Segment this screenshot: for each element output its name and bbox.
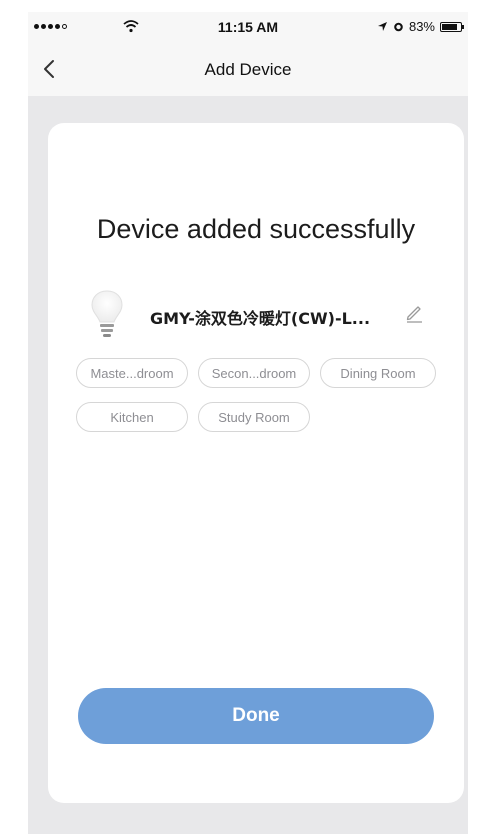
room-chip-kitchen[interactable]: Kitchen — [76, 402, 188, 432]
pencil-icon — [406, 306, 422, 323]
status-bar: 11:15 AM 83% — [28, 12, 468, 44]
device-row: GMY-涂双色冷暖灯(CW)-L... — [68, 289, 444, 343]
device-name: GMY-涂双色冷暖灯(CW)-L... — [150, 309, 371, 328]
battery-icon — [440, 21, 464, 32]
location-arrow-icon — [377, 22, 387, 31]
success-headline: Device added successfully — [96, 214, 416, 244]
status-right-group: 83% — [377, 19, 464, 34]
room-chip-study-room[interactable]: Study Room — [198, 402, 310, 432]
room-chip-second-bedroom[interactable]: Secon...droom — [198, 358, 310, 388]
battery-percent: 83% — [408, 19, 435, 34]
alarm-icon — [394, 22, 403, 32]
result-card: Device added successfully GMY-涂双色冷暖灯(CW)… — [48, 123, 464, 803]
room-chip-dining-room[interactable]: Dining Room — [320, 358, 436, 388]
light-bulb-icon — [91, 290, 123, 337]
nav-bar: Add Device — [28, 44, 468, 96]
page-title: Add Device — [204, 60, 292, 79]
edit-name-button[interactable] — [404, 303, 424, 328]
done-button[interactable]: Done — [78, 688, 434, 744]
phone-screen: 11:15 AM 83% Add Device Device added suc… — [28, 12, 468, 834]
room-chip-master-bedroom[interactable]: Maste...droom — [76, 358, 188, 388]
